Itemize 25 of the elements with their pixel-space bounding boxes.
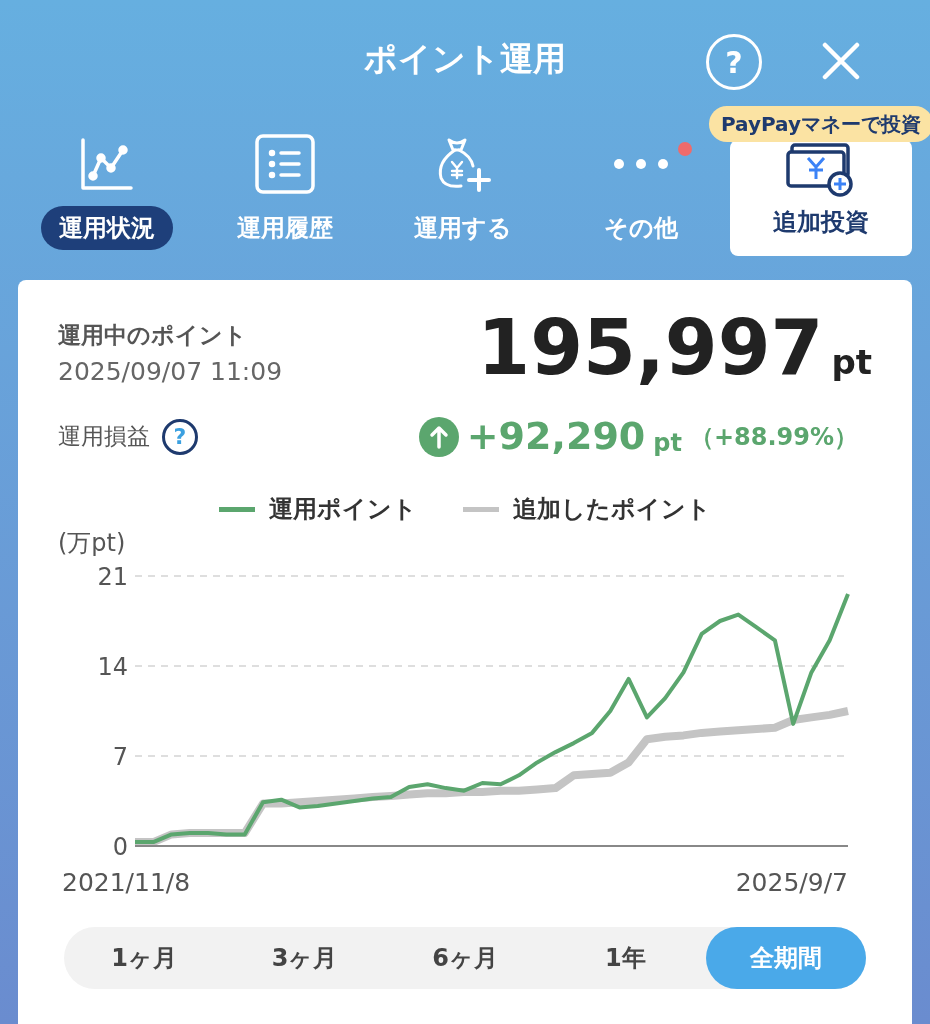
period-tab[interactable]: 1ヶ月 bbox=[64, 927, 225, 989]
y-tick-label: 21 bbox=[97, 563, 128, 591]
legend-label: 運用ポイント bbox=[269, 494, 417, 525]
x-tick-label: 2021/11/8 bbox=[62, 868, 191, 897]
period-tab[interactable]: 3ヶ月 bbox=[224, 927, 385, 989]
y-tick-label: 7 bbox=[112, 743, 128, 771]
y-axis-label: (万pt) bbox=[58, 529, 126, 557]
profit-percent: （+88.99%） bbox=[689, 421, 858, 453]
x-tick-label: 2025/9/7 bbox=[735, 868, 848, 897]
profit-label: 運用損益 bbox=[58, 422, 150, 452]
points-unit: pt bbox=[831, 341, 872, 384]
nav-tab[interactable]: 運用状況 bbox=[18, 126, 196, 256]
profit-unit: pt bbox=[653, 428, 682, 459]
profit-value: +92,290 bbox=[466, 413, 646, 460]
points-value: 195,997 bbox=[477, 310, 824, 386]
period-tab[interactable]: 6ヶ月 bbox=[384, 927, 546, 989]
promo-badge: PayPayマネーで投資 bbox=[708, 106, 930, 142]
legend-label: 追加したポイント bbox=[513, 494, 711, 525]
page-title: ポイント運用 bbox=[364, 38, 566, 81]
period-tab[interactable]: 1年 bbox=[545, 927, 706, 989]
y-tick-label: 14 bbox=[97, 653, 128, 681]
y-tick-label: 0 bbox=[112, 833, 128, 861]
points-label: 運用中のポイント bbox=[58, 321, 248, 350]
timestamp: 2025/09/07 11:09 bbox=[58, 355, 283, 388]
additional-investment-tab[interactable]: 追加投資 bbox=[730, 140, 912, 256]
